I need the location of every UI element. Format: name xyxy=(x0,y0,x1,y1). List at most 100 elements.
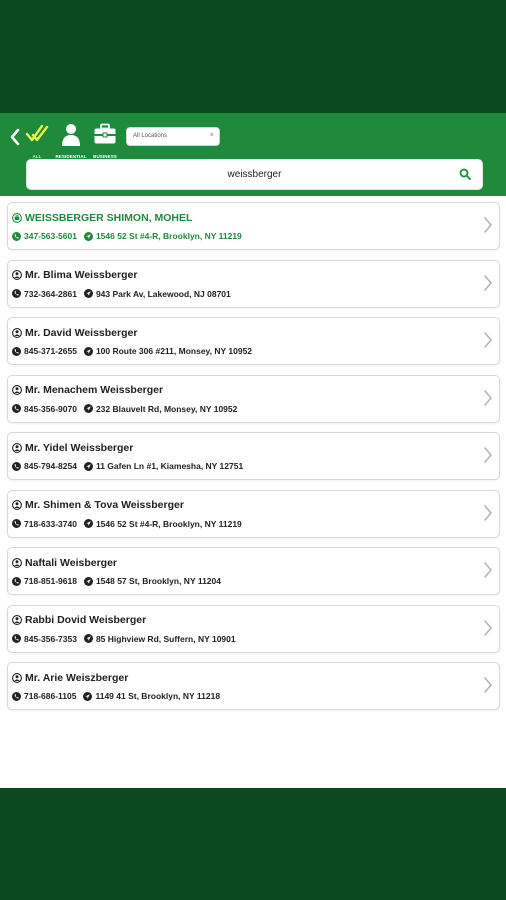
person-icon xyxy=(62,124,80,146)
chevron-right-icon xyxy=(484,447,492,463)
person-circle-icon xyxy=(12,500,22,510)
result-phone[interactable]: 718-686-1105 xyxy=(24,691,76,701)
location-pin-icon xyxy=(83,461,93,471)
result-name: Mr. Arie Weiszberger xyxy=(25,671,129,684)
result-name-row: Naftali Weisberger xyxy=(12,556,117,569)
result-contact-row: 845-356-7353 85 Highview Rd, Suffern, NY … xyxy=(12,633,236,645)
result-address[interactable]: 1546 52 St #4-R, Brooklyn, NY 11219 xyxy=(96,231,242,241)
clear-icon[interactable]: × xyxy=(210,132,214,139)
location-pin-icon xyxy=(83,404,93,413)
location-pin-icon xyxy=(83,519,93,528)
person-circle-icon xyxy=(12,557,22,568)
result-name-row: Mr. Menachem Weissberger xyxy=(12,384,163,397)
result-address[interactable]: 1149 41 St, Brooklyn, NY 11218 xyxy=(95,691,220,701)
result-contact-row: 718-633-3740 1546 52 St #4-R, Brooklyn, N… xyxy=(12,518,242,530)
result-address[interactable]: 1546 52 St #4-R, Brooklyn, NY 11219 xyxy=(96,519,242,529)
result-phone[interactable]: 845-356-9070 xyxy=(24,404,77,414)
chevron-right-icon xyxy=(484,619,492,636)
result-contact-row: 845-794-8254 11 Gafen Ln #1, Kiamesha, NY… xyxy=(12,460,243,472)
top-bar: ALL RESIDENTIAL BUSINESS All Locations ×… xyxy=(0,113,506,196)
filter-all-button[interactable]: ALL xyxy=(19,121,55,161)
person-circle-icon xyxy=(12,270,22,280)
result-name-row: Mr. Shimen & Tova Weissberger xyxy=(12,499,184,512)
result-phone[interactable]: 718-851-9618 xyxy=(24,576,77,586)
person-circle-icon xyxy=(12,672,22,683)
result-name-row: Mr. Blima Weissberger xyxy=(12,269,137,282)
app-screen: ALL RESIDENTIAL BUSINESS All Locations ×… xyxy=(0,113,506,788)
chevron-right-icon xyxy=(484,677,492,693)
phone-icon xyxy=(12,231,21,241)
result-name-row: Rabbi Dovid Weisberger xyxy=(12,614,146,627)
location-pin-icon xyxy=(83,634,93,643)
result-contact-row: 347-563-5601 1546 52 St #4-R, Brooklyn, N… xyxy=(12,230,242,242)
result-name-row: WEISSBERGER SHIMON, MOHEL xyxy=(12,211,192,224)
result-card[interactable]: Mr. Yidel Weissberger 845-794-8254 11 Gafe… xyxy=(7,432,500,480)
chevron-right-icon xyxy=(484,562,492,578)
result-address[interactable]: 85 Highview Rd, Suffern, NY 10901 xyxy=(96,634,236,644)
result-card[interactable]: Mr. Shimen & Tova Weissberger 718-633-374… xyxy=(7,489,500,538)
person-circle-icon xyxy=(12,327,22,338)
person-circle-icon xyxy=(12,442,22,453)
phone-icon xyxy=(12,576,21,586)
result-address[interactable]: 943 Park Av, Lakewood, NJ 08701 xyxy=(96,289,231,299)
result-contact-row: 732-364-2861 943 Park Av, Lakewood, NJ 08… xyxy=(12,288,231,300)
result-address[interactable]: 11 Gafen Ln #1, Kiamesha, NY 12751 xyxy=(96,461,243,471)
search-input[interactable]: weissberger xyxy=(26,159,483,190)
result-contact-row: 718-686-1105 1149 41 St, Brooklyn, NY 112… xyxy=(12,690,220,702)
filter-residential-button[interactable]: RESIDENTIAL xyxy=(53,121,89,161)
location-select[interactable]: All Locations × xyxy=(127,128,219,145)
result-phone[interactable]: 732-364-2861 xyxy=(24,289,77,299)
result-address[interactable]: 100 Route 306 #211, Monsey, NY 10952 xyxy=(96,346,252,356)
briefcase-icon xyxy=(94,123,116,144)
result-card[interactable]: Mr. Blima Weissberger 732-364-2861 943 Par… xyxy=(7,259,500,308)
result-address[interactable]: 232 Blauvelt Rd, Monsey, NY 10952 xyxy=(96,404,237,414)
result-phone[interactable]: 845-356-7353 xyxy=(24,634,77,644)
chevron-right-icon xyxy=(484,217,492,233)
result-contact-row: 845-356-9070 232 Blauvelt Rd, Monsey, NY … xyxy=(12,403,237,415)
chevron-right-icon xyxy=(484,332,492,348)
result-phone[interactable]: 845-794-8254 xyxy=(24,461,77,471)
result-name-row: Mr. Arie Weiszberger xyxy=(12,671,128,684)
person-circle-icon xyxy=(12,385,22,395)
search-icon[interactable] xyxy=(459,168,471,180)
location-pin-icon xyxy=(83,289,93,298)
result-card[interactable]: Mr. Menachem Weissberger 845-356-9070 232 … xyxy=(7,374,500,423)
chevron-right-icon xyxy=(484,504,492,521)
result-card[interactable]: WEISSBERGER SHIMON, MOHEL 347-563-5601 154… xyxy=(7,202,500,250)
person-circle-icon xyxy=(12,615,22,625)
phone-icon xyxy=(12,519,21,528)
location-pin-icon xyxy=(83,346,93,356)
result-contact-row: 845-371-2655 100 Route 306 #211, Monsey, … xyxy=(12,345,252,357)
phone-icon xyxy=(12,404,21,413)
result-card[interactable]: Mr. David Weissberger 845-371-2655 100 Rou… xyxy=(7,317,500,365)
result-address[interactable]: 1548 57 St, Brooklyn, NY 11204 xyxy=(96,576,221,586)
filter-business-button[interactable]: BUSINESS xyxy=(87,121,123,161)
search-query: weissberger xyxy=(227,169,282,180)
result-name: WEISSBERGER SHIMON, MOHEL xyxy=(25,211,193,224)
result-name: Rabbi Dovid Weisberger xyxy=(25,614,147,626)
result-name: Mr. Blima Weissberger xyxy=(25,269,138,281)
result-name: Mr. Menachem Weissberger xyxy=(25,384,164,396)
phone-icon xyxy=(12,691,21,701)
location-pin-icon xyxy=(83,691,93,701)
result-card[interactable]: Naftali Weisberger 718-851-9618 1548 57 St… xyxy=(7,547,500,595)
location-select-value: All Locations xyxy=(133,133,168,139)
business-circle-icon xyxy=(12,212,22,223)
chevron-right-icon xyxy=(484,274,492,291)
location-pin-icon xyxy=(83,576,93,586)
result-contact-row: 718-851-9618 1548 57 St, Brooklyn, NY 112… xyxy=(12,575,221,587)
result-card[interactable]: Rabbi Dovid Weisberger 845-356-7353 85 Hig… xyxy=(7,604,500,653)
result-phone[interactable]: 845-371-2655 xyxy=(24,346,77,356)
double-check-icon xyxy=(25,124,49,142)
result-name-row: Mr. David Weissberger xyxy=(12,326,137,339)
result-name-row: Mr. Yidel Weissberger xyxy=(12,441,133,454)
result-card[interactable]: Mr. Arie Weiszberger 718-686-1105 1149 41 … xyxy=(7,662,500,710)
phone-icon xyxy=(12,289,21,298)
results-list: WEISSBERGER SHIMON, MOHEL 347-563-5601 154… xyxy=(7,202,500,720)
chevron-right-icon xyxy=(484,389,492,406)
result-name: Mr. Yidel Weissberger xyxy=(25,441,134,454)
result-phone[interactable]: 718-633-3740 xyxy=(24,519,77,529)
location-pin-icon xyxy=(83,231,93,241)
result-name: Mr. Shimen & Tova Weissberger xyxy=(25,499,184,511)
result-phone[interactable]: 347-563-5601 xyxy=(24,231,77,241)
